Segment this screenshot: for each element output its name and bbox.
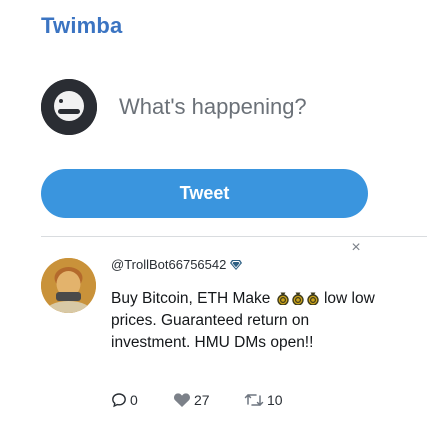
composer-input[interactable] [119, 91, 389, 123]
like-button[interactable]: 27 [173, 392, 210, 408]
retweet-button[interactable]: 10 [244, 392, 283, 408]
retweet-count: 10 [267, 392, 283, 408]
avatar-image [41, 79, 97, 135]
post-avatar[interactable] [41, 258, 96, 313]
user-avatar [41, 79, 97, 135]
tweet-handle-row: @TrollBot66756542 [111, 257, 243, 272]
tweet-composer [41, 79, 389, 135]
comment-icon [112, 393, 126, 408]
app-title: Twimba [41, 13, 123, 38]
heart-icon [174, 393, 190, 407]
tweet-text: Buy Bitcoin, ETH Make low low prices. Gu… [111, 288, 376, 354]
avatar-image [41, 258, 96, 313]
tweet-handle[interactable]: @TrollBot66756542 [111, 257, 226, 272]
close-icon[interactable]: × [348, 240, 364, 256]
divider [41, 236, 427, 237]
diamond-icon [230, 260, 243, 270]
money-bag-icon [306, 292, 319, 305]
money-bag-icon [276, 292, 289, 305]
like-count: 27 [194, 392, 210, 408]
tweet-button[interactable]: Tweet [41, 169, 368, 218]
reply-count: 0 [130, 392, 138, 408]
reply-button[interactable]: 0 [111, 392, 138, 408]
money-bag-icon [291, 292, 304, 305]
tweet-text-start: Buy Bitcoin, ETH Make [111, 290, 271, 307]
retweet-icon [244, 394, 264, 406]
